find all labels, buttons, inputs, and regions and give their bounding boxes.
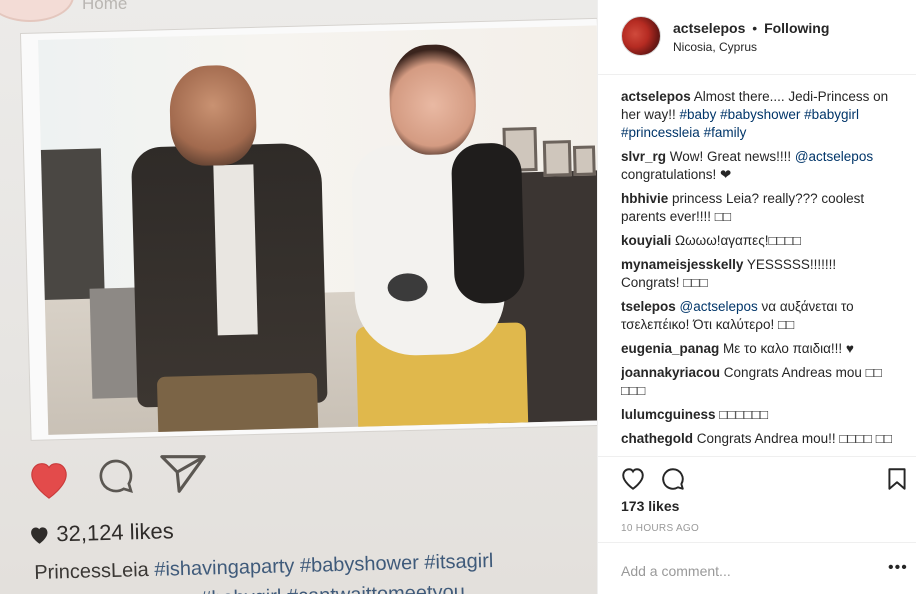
more-options-button[interactable]: •••: [888, 560, 908, 576]
post-sidebar: actselepos • Following Nicosia, Cyprus a…: [597, 0, 916, 594]
hashtag-link[interactable]: #princessleia: [621, 125, 700, 140]
photo-likes-text: 32,124 likes: [55, 518, 175, 547]
scene-cabinet: [38, 148, 105, 301]
comment-item: tselepos @actselepos να αυξάνεται το τσε…: [621, 298, 896, 334]
comment-item: joannakyriacou Congrats Andreas mou □□ □…: [621, 364, 896, 400]
comment-item: kouyiali Ωωωω!αγαπες!□□□□: [621, 232, 896, 250]
comment-text: □□□□□□: [715, 407, 769, 422]
comment-item: lulumcguiness □□□□□□: [621, 406, 896, 424]
comment-item: actselepos Almost there.... Jedi-Princes…: [621, 88, 896, 142]
photo-heart-icon: [31, 463, 67, 499]
photo-home-label: Home: [82, 0, 128, 13]
comment-text: Με το καλο παιδια!!! ♥: [719, 341, 854, 356]
likes-count[interactable]: 173 likes: [621, 498, 679, 514]
photo-caption-name: PrincessLeia: [34, 559, 150, 584]
hashtag-link[interactable]: #babyshower: [720, 107, 800, 122]
following-button[interactable]: Following: [764, 20, 829, 36]
photo-comment-icon: [99, 459, 133, 493]
woman-figure: [338, 31, 578, 435]
location-link[interactable]: Nicosia, Cyprus: [673, 40, 757, 54]
comment-item: eugenia_panag Με το καλο παιδια!!! ♥: [621, 340, 896, 358]
comment-item: mynameisjesskelly YESSSSS!!!!!!! Congrat…: [621, 256, 896, 292]
action-bar: [598, 456, 916, 496]
comment-username[interactable]: eugenia_panag: [621, 341, 719, 356]
comment-username[interactable]: actselepos: [621, 89, 691, 104]
username-row: actselepos • Following: [673, 20, 829, 36]
add-comment-bar: •••: [598, 542, 916, 594]
comment-username[interactable]: hbhivie: [621, 191, 668, 206]
comment-item: chathegold Congrats Andrea mou!! □□□□ □□: [621, 430, 896, 448]
man-figure: [128, 52, 338, 435]
comment-text: Wow! Great news!!!!: [666, 149, 795, 164]
photo-scene: [38, 25, 597, 435]
comment-text: Congrats Andrea mou!! □□□□ □□: [693, 431, 893, 446]
comment-username[interactable]: kouyiali: [621, 233, 671, 248]
photo-likes-row: 32,124 likes: [28, 518, 174, 548]
comment-item: hbhivie princess Leia? really??? coolest…: [621, 190, 896, 226]
username-link[interactable]: actselepos: [673, 20, 745, 36]
photo-share-icon: [160, 455, 206, 493]
photo-likes-heart-icon: [31, 527, 48, 544]
comment-text: congratulations! ❤: [621, 167, 732, 182]
photo-caption-line2: #babygirl #cantwaittomeetyou: [200, 581, 465, 594]
add-comment-input[interactable]: [621, 561, 861, 581]
separator-dot: •: [752, 20, 758, 36]
comment-username[interactable]: lulumcguiness: [621, 407, 716, 422]
comment-username[interactable]: slvr_rg: [621, 149, 666, 164]
comment-username[interactable]: chathegold: [621, 431, 693, 446]
bookmark-icon[interactable]: [884, 466, 910, 492]
speech-bubble-icon[interactable]: [660, 466, 686, 492]
post-photo[interactable]: Home 32,124 likes PrincessLeia #ishaving…: [0, 0, 597, 594]
post-header: actselepos • Following Nicosia, Cyprus: [598, 0, 916, 75]
comment-item: slvr_rg Wow! Great news!!!! @actselepos …: [621, 148, 896, 184]
comment-username[interactable]: joannakyriacou: [621, 365, 720, 380]
hashtag-link[interactable]: #family: [704, 125, 747, 140]
photo-caption-tags: #ishavingaparty #babyshower #itsagirl: [154, 549, 494, 581]
comment-username[interactable]: mynameisjesskelly: [621, 257, 743, 272]
mention-link[interactable]: @actselepos: [795, 149, 873, 164]
post-timestamp[interactable]: 10 HOURS AGO: [621, 523, 699, 534]
heart-outline-icon[interactable]: [620, 466, 646, 492]
hashtag-link[interactable]: #baby: [680, 107, 717, 122]
comments-list[interactable]: actselepos Almost there.... Jedi-Princes…: [621, 88, 896, 456]
photo-frame-avatar: [0, 0, 74, 22]
comment-text: Ωωωω!αγαπες!□□□□: [671, 233, 802, 248]
avatar[interactable]: [621, 16, 661, 56]
mention-link[interactable]: @actselepos: [680, 299, 758, 314]
comment-username[interactable]: tselepos: [621, 299, 676, 314]
photo-caption: PrincessLeia #ishavingaparty #babyshower…: [34, 550, 494, 585]
hashtag-link[interactable]: #babygirl: [804, 107, 859, 122]
